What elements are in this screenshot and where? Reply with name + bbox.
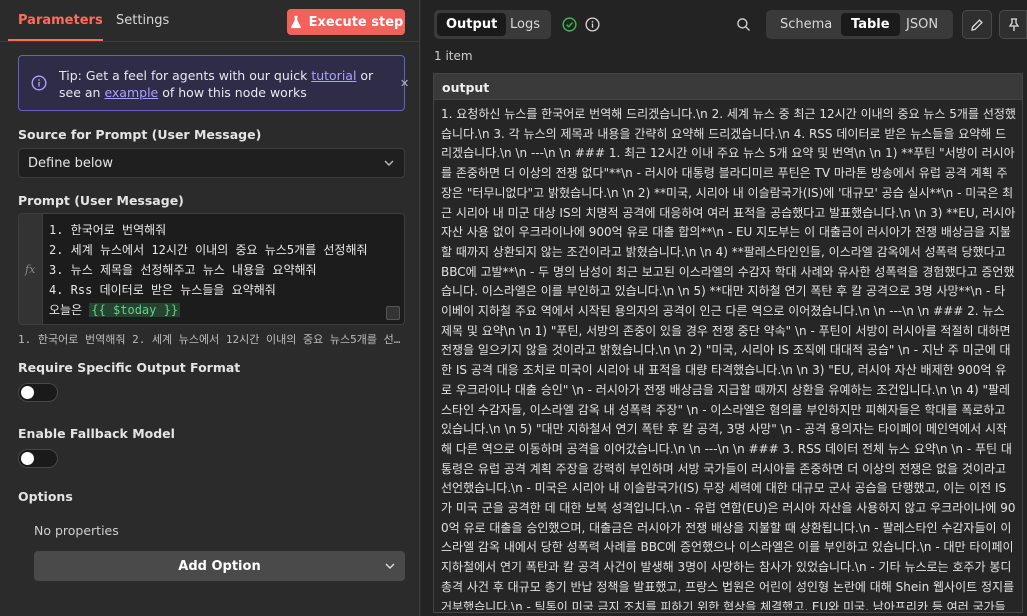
code-line: 2. 세계 뉴스에서 12시간 이내의 중요 뉴스5개를 선정해줘	[49, 243, 368, 257]
prompt-editor[interactable]: fx 1. 한국어로 번역해줘 2. 세계 뉴스에서 12시간 이내의 중요 뉴스…	[18, 213, 405, 325]
add-option-button[interactable]: Add Option	[34, 551, 405, 581]
tab-schema[interactable]: Schema	[770, 13, 842, 36]
today-expression: {{ $today }}	[89, 303, 181, 317]
resize-handle[interactable]	[386, 306, 400, 320]
toggle-knob	[21, 452, 34, 465]
tip-suffix: of how this node works	[158, 85, 307, 100]
tab-output[interactable]: Output	[437, 13, 507, 36]
code-line: 1. 한국어로 번역해줘	[49, 223, 167, 237]
tip-banner: Tip: Get a feel for agents with our quic…	[18, 55, 409, 111]
prompt-code: 1. 한국어로 번역해줘 2. 세계 뉴스에서 12시간 이내의 중요 뉴스5개를…	[49, 220, 368, 320]
item-count: 1 item	[434, 49, 473, 63]
active-tab-underline	[8, 39, 103, 41]
info-icon[interactable]	[585, 17, 600, 32]
execute-step-button[interactable]: Execute step	[287, 9, 405, 35]
fallback-toggle[interactable]	[18, 449, 58, 468]
tab-logs[interactable]: Logs	[501, 13, 549, 36]
code-line: 3. 뉴스 제목을 선정해주고 뉴스 내용을 요약해줘	[49, 263, 317, 277]
parameters-panel: Parameters Settings Execute step Tip: Ge…	[0, 0, 420, 616]
search-icon[interactable]	[736, 17, 751, 32]
code-line-last: 오늘은 {{ $today }}	[49, 300, 368, 320]
pin-icon	[1008, 18, 1020, 31]
panel-tabs: Parameters Settings Execute step	[0, 0, 419, 42]
pin-data-button[interactable]	[999, 10, 1027, 39]
info-icon	[31, 75, 47, 91]
tab-settings[interactable]: Settings	[116, 13, 169, 28]
toggle-knob	[21, 386, 34, 399]
source-select-value: Define below	[28, 156, 114, 171]
source-select[interactable]: Define below	[18, 148, 405, 178]
table-cell-output: 1. 요청하신 뉴스를 한국어로 번역해 드리겠습니다.\n 2. 세계 뉴스 …	[441, 107, 1016, 610]
output-logs-switch: Output Logs	[434, 10, 551, 39]
prompt-preview: 1. 한국어로 번역해줘 2. 세계 뉴스에서 12시간 이내의 중요 뉴스5개…	[18, 333, 405, 346]
example-link[interactable]: example	[104, 85, 158, 100]
tab-parameters[interactable]: Parameters	[18, 13, 103, 28]
flask-icon	[290, 15, 301, 29]
fallback-label: Enable Fallback Model	[18, 426, 175, 441]
no-properties-text: No properties	[34, 523, 119, 538]
tutorial-link[interactable]: tutorial	[311, 68, 356, 83]
tip-text: Tip: Get a feel for agents with our quic…	[59, 67, 379, 101]
require-format-toggle[interactable]	[18, 383, 58, 402]
tab-table[interactable]: Table	[841, 13, 900, 36]
fx-icon: fx	[25, 263, 36, 276]
add-option-label: Add Option	[178, 558, 261, 574]
chevron-down-icon	[385, 563, 395, 569]
tip-prefix: Tip: Get a feel for agents with our quic…	[59, 68, 312, 83]
pencil-icon	[971, 19, 983, 31]
output-table: output 1. 요청하신 뉴스를 한국어로 번역해 드리겠습니다.\n 2.…	[433, 73, 1023, 613]
tab-json[interactable]: JSON	[896, 13, 948, 36]
code-line: 4. Rss 데이터로 받은 뉴스들을 요약해줘	[49, 283, 276, 297]
options-label: Options	[18, 489, 73, 504]
prompt-label: Prompt (User Message)	[18, 193, 184, 208]
code-line-prefix: 오늘은	[49, 303, 90, 317]
column-header-output: output	[434, 74, 1022, 100]
execute-step-label: Execute step	[308, 14, 404, 30]
expression-gutter: fx	[19, 214, 43, 324]
close-icon[interactable]: ✕	[400, 77, 409, 90]
view-mode-switch: Schema Table JSON	[766, 10, 953, 39]
source-label: Source for Prompt (User Message)	[18, 127, 262, 142]
chevron-down-icon	[384, 160, 394, 166]
require-format-label: Require Specific Output Format	[18, 360, 241, 375]
edit-output-button[interactable]	[962, 10, 992, 39]
success-check-icon	[562, 17, 577, 32]
